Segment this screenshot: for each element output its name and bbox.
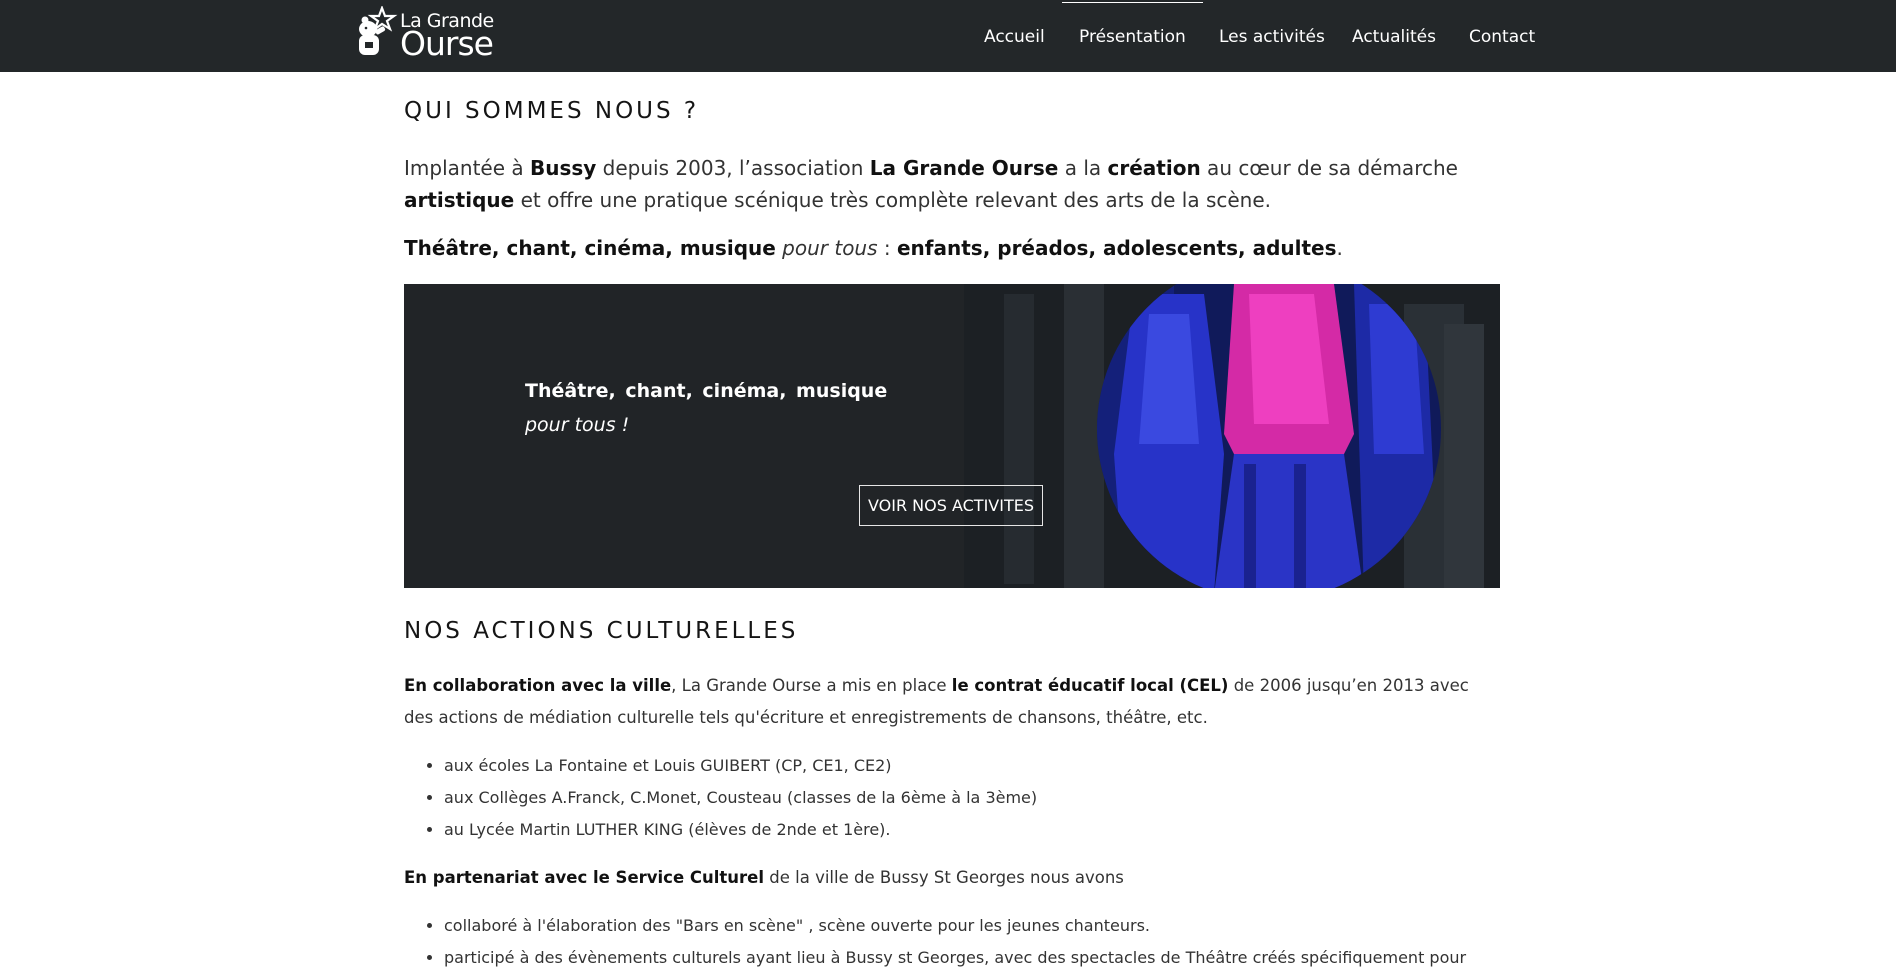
nav-item-accueil[interactable]: Accueil xyxy=(984,0,1045,72)
nav-item-presentation[interactable]: Présentation xyxy=(1062,0,1203,72)
partnership-list: collaboré à l'élaboration des "Bars en s… xyxy=(404,910,1466,974)
nav-item-actualites[interactable]: Actualités xyxy=(1352,0,1436,72)
section-title-actions-culturelles: NOS ACTIONS CULTURELLES xyxy=(404,618,799,644)
banner-heading: Théâtre, chant, cinéma, musique xyxy=(525,380,888,402)
performers-photo-circle xyxy=(1097,284,1441,588)
intro-paragraph: Implantée à Bussy depuis 2003, l’associa… xyxy=(404,156,1458,212)
tagline-paragraph: Théâtre, chant, cinéma, musique pour tou… xyxy=(404,236,1343,260)
banner-subheading: pour tous ! xyxy=(525,414,630,436)
activities-banner: Théâtre, chant, cinéma, musique pour tou… xyxy=(404,284,1500,588)
list-item: aux écoles La Fontaine et Louis GUIBERT … xyxy=(444,750,1037,782)
nav-item-activites[interactable]: Les activités xyxy=(1219,0,1325,72)
site-logo[interactable]: La Grande Ourse xyxy=(355,6,505,63)
site-header: La Grande Ourse Accueil Présentation Les… xyxy=(0,0,1896,72)
nav-item-contact[interactable]: Contact xyxy=(1469,0,1535,72)
list-item: participé à des évènements culturels aya… xyxy=(444,942,1466,974)
list-item: collaboré à l'élaboration des "Bars en s… xyxy=(444,910,1466,942)
section-title-qui-sommes-nous: QUI SOMMES NOUS ? xyxy=(404,98,700,124)
list-item: au Lycée Martin LUTHER KING (élèves de 2… xyxy=(444,814,1037,846)
logo-text-line2: Ourse xyxy=(400,24,494,63)
list-item: aux Collèges A.Franck, C.Monet, Cousteau… xyxy=(444,782,1037,814)
voir-activites-button[interactable]: VOIR NOS ACTIVITES xyxy=(859,485,1043,526)
schools-list: aux écoles La Fontaine et Louis GUIBERT … xyxy=(404,750,1037,846)
partnership-paragraph: En partenariat avec le Service Culturel … xyxy=(404,868,1124,887)
cel-paragraph: En collaboration avec la ville, La Grand… xyxy=(404,676,1469,727)
bear-star-logo-icon xyxy=(359,6,398,55)
